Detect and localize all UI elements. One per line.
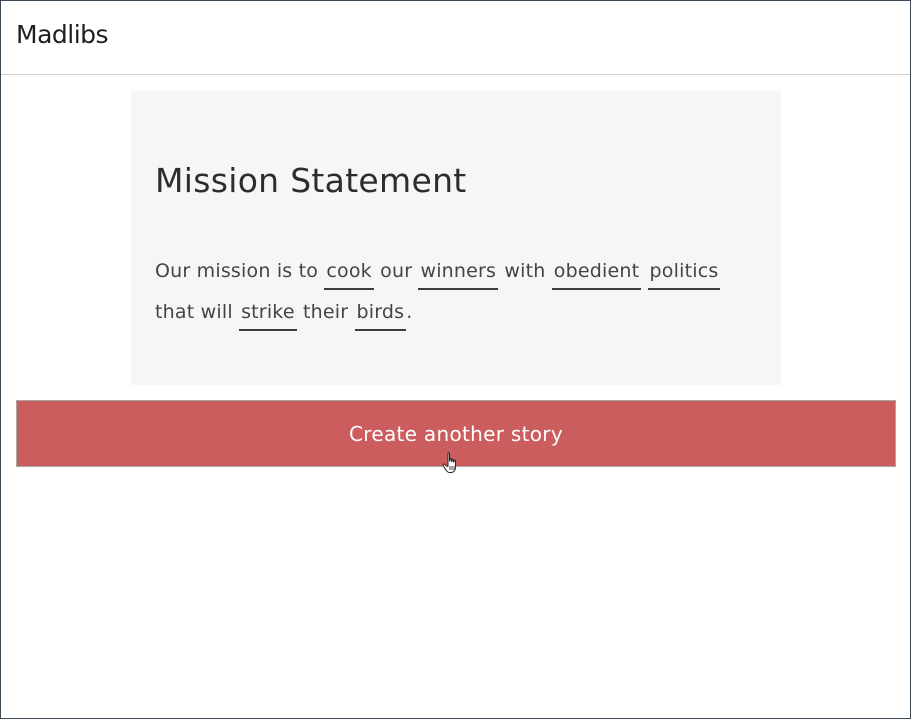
story-text-segment: . — [406, 301, 413, 323]
hand-pointer-icon — [442, 452, 456, 473]
story-text-segment: with — [504, 260, 546, 282]
app-title: Madlibs — [16, 20, 109, 49]
filled-word: strike — [239, 300, 297, 331]
filled-word: politics — [647, 259, 721, 290]
story-text-segment: their — [302, 301, 349, 323]
story-text-segment: that will — [155, 301, 233, 323]
story-text-segment: our — [380, 260, 413, 282]
story-text: Our mission is to cook our winners with … — [155, 251, 765, 333]
story-heading: Mission Statement — [155, 161, 467, 200]
filled-word: birds — [354, 300, 407, 331]
filled-word: obedient — [551, 259, 642, 290]
story-card: Mission Statement Our mission is to cook… — [131, 91, 781, 385]
filled-word: winners — [418, 259, 499, 290]
filled-word: cook — [324, 259, 374, 290]
app-header: Madlibs — [1, 1, 910, 75]
story-text-segment: Our mission is to — [155, 260, 319, 282]
